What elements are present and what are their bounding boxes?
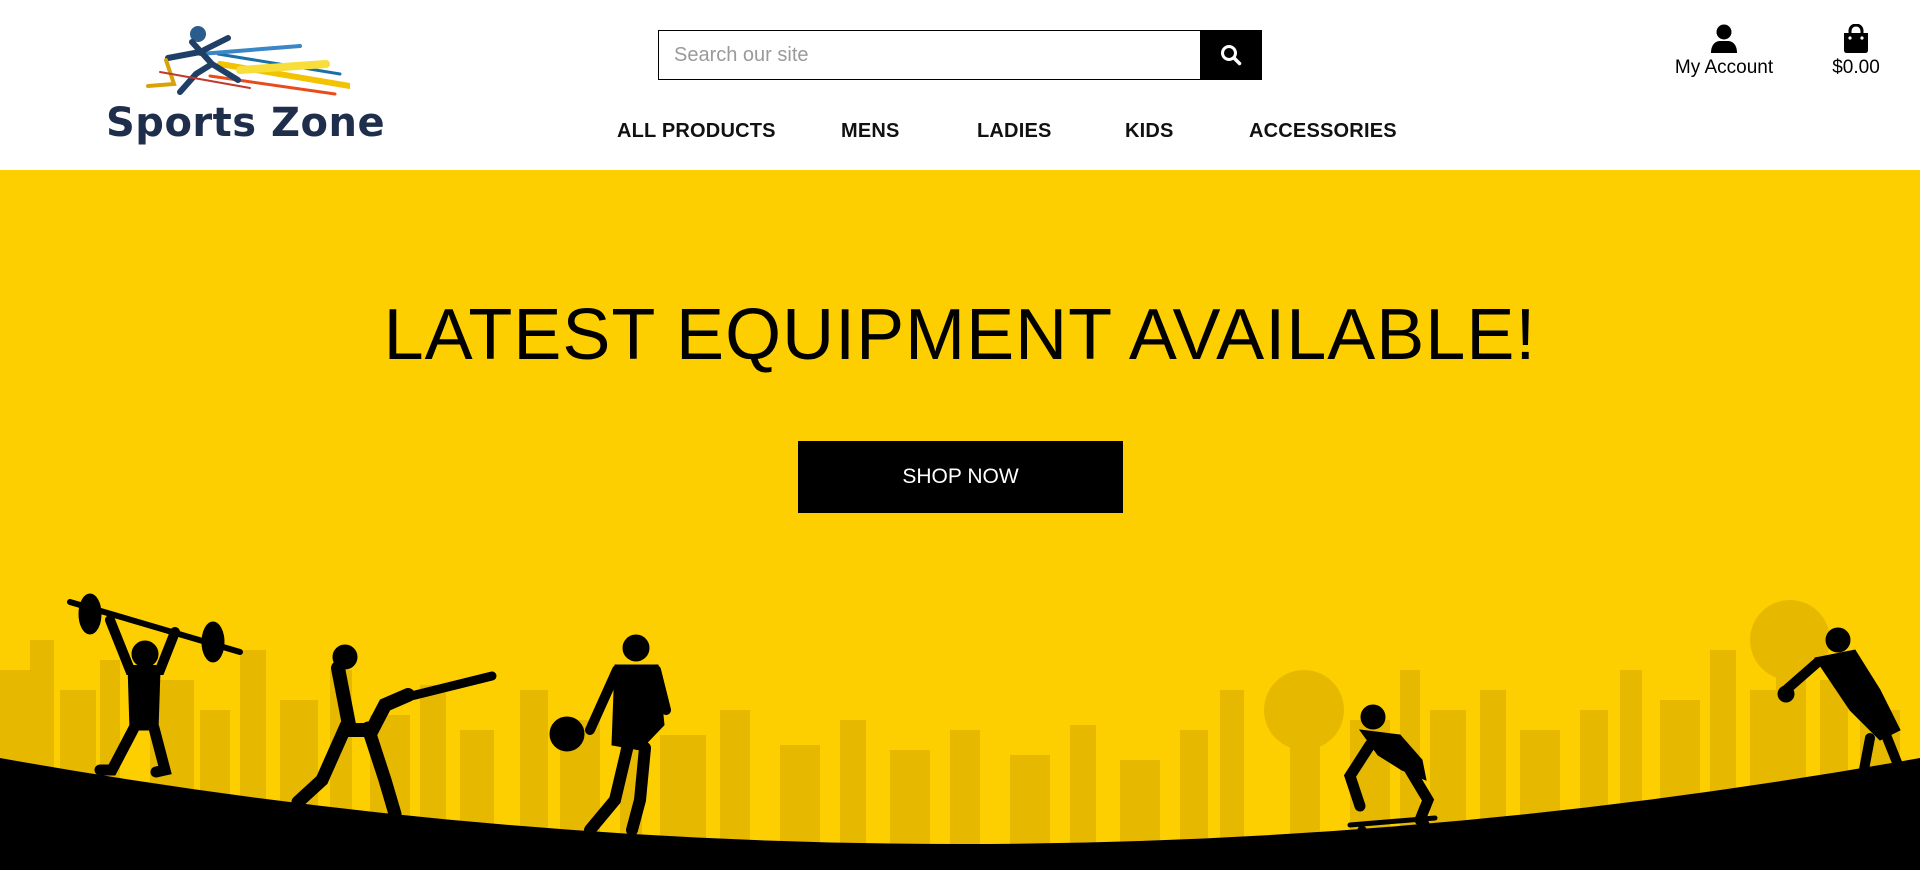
- search-button[interactable]: [1200, 30, 1262, 80]
- hero-title: LATEST EQUIPMENT AVAILABLE!: [383, 295, 1537, 375]
- site-header: Sports Zone My Account $0.00 ALL PRODUCT…: [0, 0, 1920, 170]
- nav-item-ladies[interactable]: LADIES: [977, 120, 1052, 143]
- shopping-bag-icon: [1844, 24, 1868, 53]
- search-bar: [658, 30, 1262, 80]
- user-icon: [1711, 24, 1737, 53]
- runner-logo-icon: [146, 26, 350, 96]
- search-icon: [1221, 45, 1242, 66]
- hero-banner: LATEST EQUIPMENT AVAILABLE! SHOP NOW: [0, 170, 1920, 870]
- nav-item-kids[interactable]: KIDS: [1125, 120, 1174, 143]
- nav-item-all-products[interactable]: ALL PRODUCTS: [617, 120, 776, 143]
- shopping-bag-link[interactable]: $0.00: [1826, 24, 1886, 84]
- my-account-label: My Account: [1674, 57, 1774, 78]
- bag-total: $0.00: [1832, 57, 1880, 78]
- shop-now-button[interactable]: SHOP NOW: [798, 441, 1123, 513]
- main-navigation: ALL PRODUCTS MENS LADIES KIDS ACCESSORIE…: [0, 120, 1920, 150]
- my-account-link[interactable]: My Account: [1668, 24, 1780, 84]
- nav-item-mens[interactable]: MENS: [841, 120, 900, 143]
- search-input[interactable]: [658, 30, 1200, 80]
- hero-background-image: [0, 593, 1920, 870]
- nav-item-accessories[interactable]: ACCESSORIES: [1249, 120, 1397, 143]
